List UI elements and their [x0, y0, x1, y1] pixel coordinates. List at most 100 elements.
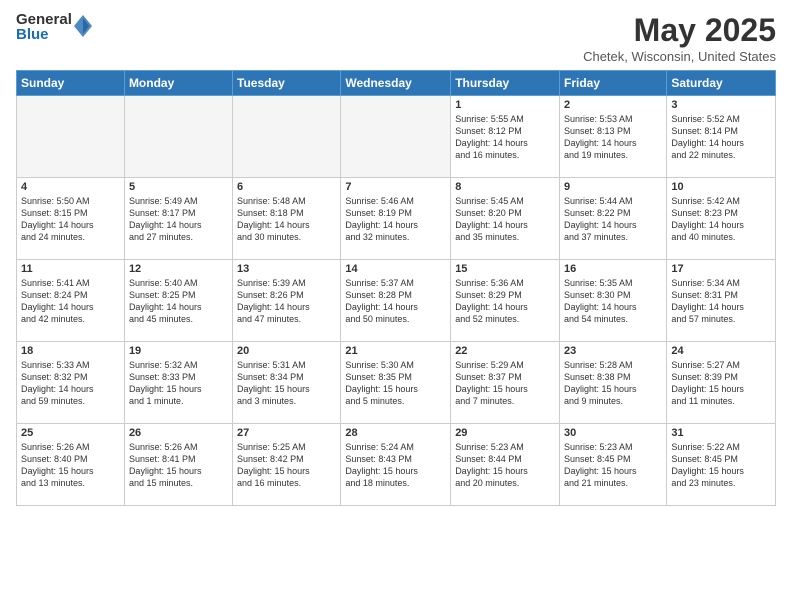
- day-info: Sunrise: 5:52 AM Sunset: 8:14 PM Dayligh…: [671, 113, 771, 162]
- day-number: 15: [455, 263, 555, 275]
- day-number: 27: [237, 427, 336, 439]
- day-number: 24: [671, 345, 771, 357]
- calendar-cell: 1 Sunrise: 5:55 AM Sunset: 8:12 PM Daylig…: [451, 96, 560, 178]
- day-number: 21: [345, 345, 446, 357]
- calendar-cell: 5Sunrise: 5:49 AM Sunset: 8:17 PM Daylig…: [124, 178, 232, 260]
- day-number: 6: [237, 181, 336, 193]
- calendar-cell: [341, 96, 451, 178]
- calendar-cell: 6Sunrise: 5:48 AM Sunset: 8:18 PM Daylig…: [233, 178, 341, 260]
- calendar-header: SundayMondayTuesdayWednesdayThursdayFrid…: [17, 71, 776, 96]
- calendar-cell: 10 Sunrise: 5:42 AM Sunset: 8:23 PM Dayli…: [667, 178, 776, 260]
- week-row-3: 11 Sunrise: 5:41 AM Sunset: 8:24 PM Dayli…: [17, 260, 776, 342]
- calendar-cell: 14 Sunrise: 5:37 AM Sunset: 8:28 PM Dayli…: [341, 260, 451, 342]
- day-info: Sunrise: 5:30 AM Sunset: 8:35 PM Dayligh…: [345, 359, 446, 408]
- day-info: Sunrise: 5:35 AM Sunset: 8:30 PM Dayligh…: [564, 277, 662, 326]
- calendar-cell: 25 Sunrise: 5:26 AM Sunset: 8:40 PM Dayli…: [17, 424, 125, 506]
- day-number: 19: [129, 345, 228, 357]
- calendar-cell: 2 Sunrise: 5:53 AM Sunset: 8:13 PM Daylig…: [560, 96, 667, 178]
- day-number: 18: [21, 345, 120, 357]
- day-info: Sunrise: 5:26 AM Sunset: 8:40 PM Dayligh…: [21, 441, 120, 490]
- day-info: Sunrise: 5:37 AM Sunset: 8:28 PM Dayligh…: [345, 277, 446, 326]
- header: General Blue May 2025 Chetek, Wisconsin,…: [16, 12, 776, 64]
- day-info: Sunrise: 5:39 AM Sunset: 8:26 PM Dayligh…: [237, 277, 336, 326]
- week-row-5: 25 Sunrise: 5:26 AM Sunset: 8:40 PM Dayli…: [17, 424, 776, 506]
- calendar-cell: 29 Sunrise: 5:23 AM Sunset: 8:44 PM Dayli…: [451, 424, 560, 506]
- logo: General Blue: [16, 12, 92, 42]
- day-number: 12: [129, 263, 228, 275]
- day-info: Sunrise: 5:24 AM Sunset: 8:43 PM Dayligh…: [345, 441, 446, 490]
- day-info: Sunrise: 5:53 AM Sunset: 8:13 PM Dayligh…: [564, 113, 662, 162]
- day-number: 30: [564, 427, 662, 439]
- day-number: 4: [21, 181, 120, 193]
- calendar-cell: 11 Sunrise: 5:41 AM Sunset: 8:24 PM Dayli…: [17, 260, 125, 342]
- day-info: Sunrise: 5:34 AM Sunset: 8:31 PM Dayligh…: [671, 277, 771, 326]
- calendar-cell: 31 Sunrise: 5:22 AM Sunset: 8:45 PM Dayli…: [667, 424, 776, 506]
- main-title: May 2025: [583, 12, 776, 49]
- day-info: Sunrise: 5:28 AM Sunset: 8:38 PM Dayligh…: [564, 359, 662, 408]
- calendar-cell: 20Sunrise: 5:31 AM Sunset: 8:34 PM Dayli…: [233, 342, 341, 424]
- day-info: Sunrise: 5:27 AM Sunset: 8:39 PM Dayligh…: [671, 359, 771, 408]
- header-row: SundayMondayTuesdayWednesdayThursdayFrid…: [17, 71, 776, 96]
- day-number: 14: [345, 263, 446, 275]
- day-number: 26: [129, 427, 228, 439]
- calendar-cell: 13Sunrise: 5:39 AM Sunset: 8:26 PM Dayli…: [233, 260, 341, 342]
- calendar-cell: 3 Sunrise: 5:52 AM Sunset: 8:14 PM Daylig…: [667, 96, 776, 178]
- calendar-cell: 28 Sunrise: 5:24 AM Sunset: 8:43 PM Dayli…: [341, 424, 451, 506]
- day-number: 7: [345, 181, 446, 193]
- day-number: 3: [671, 99, 771, 111]
- day-info: Sunrise: 5:41 AM Sunset: 8:24 PM Dayligh…: [21, 277, 120, 326]
- calendar-cell: 19 Sunrise: 5:32 AM Sunset: 8:33 PM Dayli…: [124, 342, 232, 424]
- day-number: 29: [455, 427, 555, 439]
- day-number: 2: [564, 99, 662, 111]
- day-info: Sunrise: 5:25 AM Sunset: 8:42 PM Dayligh…: [237, 441, 336, 490]
- calendar-cell: [124, 96, 232, 178]
- day-info: Sunrise: 5:45 AM Sunset: 8:20 PM Dayligh…: [455, 195, 555, 244]
- logo-icon: [74, 15, 92, 37]
- title-block: May 2025 Chetek, Wisconsin, United State…: [583, 12, 776, 64]
- day-number: 28: [345, 427, 446, 439]
- day-info: Sunrise: 5:55 AM Sunset: 8:12 PM Dayligh…: [455, 113, 555, 162]
- day-info: Sunrise: 5:42 AM Sunset: 8:23 PM Dayligh…: [671, 195, 771, 244]
- day-info: Sunrise: 5:44 AM Sunset: 8:22 PM Dayligh…: [564, 195, 662, 244]
- day-info: Sunrise: 5:23 AM Sunset: 8:44 PM Dayligh…: [455, 441, 555, 490]
- day-number: 1: [455, 99, 555, 111]
- day-number: 23: [564, 345, 662, 357]
- day-number: 20: [237, 345, 336, 357]
- day-info: Sunrise: 5:32 AM Sunset: 8:33 PM Dayligh…: [129, 359, 228, 408]
- calendar-cell: 17Sunrise: 5:34 AM Sunset: 8:31 PM Dayli…: [667, 260, 776, 342]
- calendar-cell: 12 Sunrise: 5:40 AM Sunset: 8:25 PM Dayli…: [124, 260, 232, 342]
- week-row-4: 18 Sunrise: 5:33 AM Sunset: 8:32 PM Dayli…: [17, 342, 776, 424]
- logo-text: General Blue: [16, 12, 72, 42]
- page: General Blue May 2025 Chetek, Wisconsin,…: [0, 0, 792, 612]
- week-row-2: 4Sunrise: 5:50 AM Sunset: 8:15 PM Daylig…: [17, 178, 776, 260]
- day-info: Sunrise: 5:40 AM Sunset: 8:25 PM Dayligh…: [129, 277, 228, 326]
- day-number: 8: [455, 181, 555, 193]
- header-sunday: Sunday: [17, 71, 125, 96]
- day-info: Sunrise: 5:23 AM Sunset: 8:45 PM Dayligh…: [564, 441, 662, 490]
- day-number: 9: [564, 181, 662, 193]
- calendar-cell: 24 Sunrise: 5:27 AM Sunset: 8:39 PM Dayli…: [667, 342, 776, 424]
- day-info: Sunrise: 5:26 AM Sunset: 8:41 PM Dayligh…: [129, 441, 228, 490]
- day-number: 10: [671, 181, 771, 193]
- calendar-cell: 23 Sunrise: 5:28 AM Sunset: 8:38 PM Dayli…: [560, 342, 667, 424]
- week-row-1: 1 Sunrise: 5:55 AM Sunset: 8:12 PM Daylig…: [17, 96, 776, 178]
- calendar-cell: 18 Sunrise: 5:33 AM Sunset: 8:32 PM Dayli…: [17, 342, 125, 424]
- calendar-cell: 27 Sunrise: 5:25 AM Sunset: 8:42 PM Dayli…: [233, 424, 341, 506]
- logo-blue: Blue: [16, 27, 72, 42]
- calendar-cell: 9 Sunrise: 5:44 AM Sunset: 8:22 PM Daylig…: [560, 178, 667, 260]
- calendar-cell: [17, 96, 125, 178]
- header-monday: Monday: [124, 71, 232, 96]
- day-info: Sunrise: 5:22 AM Sunset: 8:45 PM Dayligh…: [671, 441, 771, 490]
- calendar-cell: 7Sunrise: 5:46 AM Sunset: 8:19 PM Daylig…: [341, 178, 451, 260]
- day-number: 16: [564, 263, 662, 275]
- header-friday: Friday: [560, 71, 667, 96]
- header-saturday: Saturday: [667, 71, 776, 96]
- calendar-cell: 26 Sunrise: 5:26 AM Sunset: 8:41 PM Dayli…: [124, 424, 232, 506]
- subtitle: Chetek, Wisconsin, United States: [583, 49, 776, 64]
- day-info: Sunrise: 5:33 AM Sunset: 8:32 PM Dayligh…: [21, 359, 120, 408]
- day-number: 31: [671, 427, 771, 439]
- calendar-body: 1 Sunrise: 5:55 AM Sunset: 8:12 PM Daylig…: [17, 96, 776, 506]
- day-number: 25: [21, 427, 120, 439]
- logo-general: General: [16, 12, 72, 27]
- day-number: 11: [21, 263, 120, 275]
